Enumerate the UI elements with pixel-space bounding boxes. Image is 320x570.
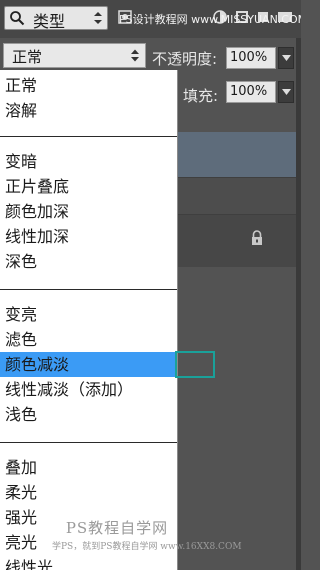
menu-item[interactable]: 线性加深 [0, 224, 177, 249]
menu-item[interactable]: 变亮 [0, 302, 177, 327]
menu-item[interactable]: 颜色加深 [0, 199, 177, 224]
menu-item[interactable]: 变暗 [0, 149, 177, 174]
menu-item[interactable]: 滤色 [0, 327, 177, 352]
blend-mode-menu: 正常 溶解 变暗 正片叠底 颜色加深 线性加深 深色 变亮 滤色 颜色减淡 线性… [0, 70, 178, 570]
menu-item[interactable]: 深色 [0, 249, 177, 274]
menu-item[interactable]: 叠加 [0, 455, 177, 480]
menu-item[interactable]: 线性减淡（添加） [0, 377, 177, 402]
opacity-input[interactable]: 100% [226, 47, 276, 69]
menu-separator [0, 289, 177, 290]
top-watermark: PS设计教程网 www.MISSYUAN.COM [119, 13, 301, 26]
layers-panel: 类型 PS设计教程网 www.MISSYUAN.COM 正常 不透明度: 100… [0, 0, 301, 570]
chevron-updown-icon [131, 49, 139, 62]
layer-filter-bar: 类型 PS设计教程网 www.MISSYUAN.COM [0, 0, 301, 39]
menu-item[interactable]: 浅色 [0, 402, 177, 427]
layer-row-selected[interactable] [178, 132, 301, 177]
panel-scrollbar[interactable] [296, 38, 301, 570]
watermark-title: PS教程自学网 [65, 519, 169, 537]
filter-type-label: 类型 [33, 12, 66, 31]
search-icon [10, 11, 25, 26]
highlight-outline [175, 351, 215, 378]
background-layer-row[interactable] [178, 214, 301, 267]
menu-item[interactable]: 线性光 [0, 555, 177, 570]
blend-mode-value: 正常 [12, 48, 43, 66]
menu-separator [0, 136, 177, 137]
blend-mode-dropdown[interactable]: 正常 [3, 43, 146, 68]
blend-mode-row: 正常 不透明度: 100% [0, 38, 301, 74]
opacity-dropdown-arrow[interactable] [278, 47, 294, 69]
menu-item-selected[interactable]: 颜色减淡 [0, 352, 177, 377]
fill-label: 填充: [183, 87, 219, 105]
watermark-subtitle: 学PS，就到PS教程自学网 www.16XX8.COM [52, 542, 242, 552]
chevron-updown-icon [94, 12, 102, 24]
menu-item[interactable]: 柔光 [0, 480, 177, 505]
bottom-watermark: PS教程自学网 学PS，就到PS教程自学网 www.16XX8.COM [52, 517, 242, 552]
lock-icon [252, 230, 262, 245]
chevron-down-icon [282, 55, 291, 61]
menu-item[interactable]: 正常 [0, 73, 177, 98]
menu-item[interactable]: 正片叠底 [0, 174, 177, 199]
chevron-down-icon [282, 89, 291, 95]
opacity-label: 不透明度: [152, 50, 218, 68]
filter-type-dropdown[interactable]: 类型 [4, 6, 108, 31]
menu-item[interactable]: 溶解 [0, 98, 177, 123]
layer-row[interactable] [178, 177, 301, 215]
menu-separator [0, 442, 177, 443]
fill-input[interactable]: 100% [226, 81, 276, 103]
fill-dropdown-arrow[interactable] [278, 81, 294, 103]
